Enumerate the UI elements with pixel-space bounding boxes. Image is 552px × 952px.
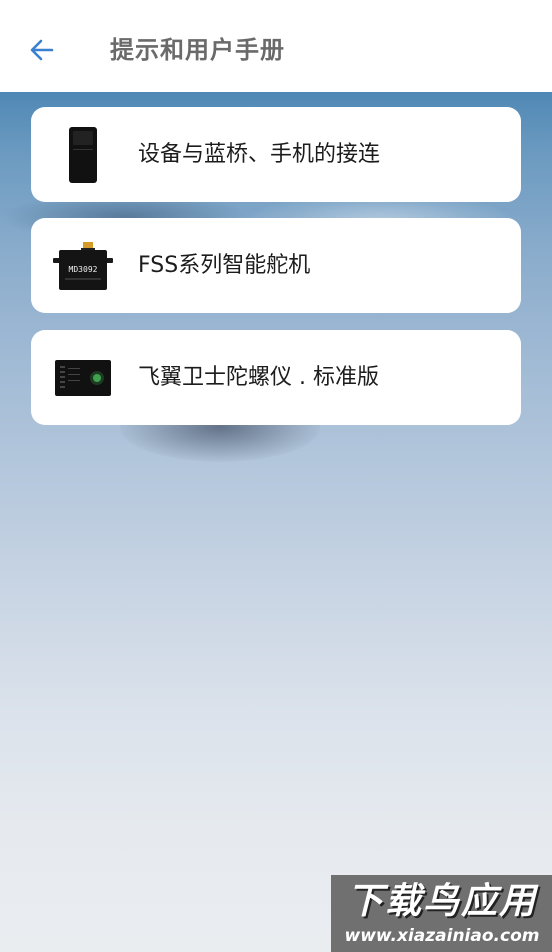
list-item-fss-servo[interactable]: MD3092 FSS系列智能舵机 xyxy=(31,218,521,313)
arrow-left-icon xyxy=(30,39,54,61)
servo-model-text: MD3092 xyxy=(69,265,98,274)
page-title: 提示和用户手册 xyxy=(110,36,285,64)
gyroscope-board-icon xyxy=(55,342,111,414)
servo-motor-icon: MD3092 xyxy=(53,230,113,302)
app-header: 提示和用户手册 xyxy=(0,0,552,92)
list-item-label: FSS系列智能舵机 xyxy=(138,253,311,278)
back-button[interactable] xyxy=(22,30,62,70)
list-item-label: 设备与蓝桥、手机的接连 xyxy=(138,142,381,167)
watermark-url: www.xiazainiao.com xyxy=(344,926,540,946)
list-item-device-connection[interactable]: 设备与蓝桥、手机的接连 xyxy=(31,107,521,202)
list-item-label: 飞翼卫士陀螺仪 . 标准版 xyxy=(138,365,379,390)
watermark-title: 下载鸟应用 xyxy=(346,881,537,922)
watermark-logo: 下载鸟应用 www.xiazainiao.com xyxy=(331,875,552,952)
bluetooth-bridge-device-icon xyxy=(51,119,115,191)
list-item-gyroscope[interactable]: 飞翼卫士陀螺仪 . 标准版 xyxy=(31,330,521,425)
